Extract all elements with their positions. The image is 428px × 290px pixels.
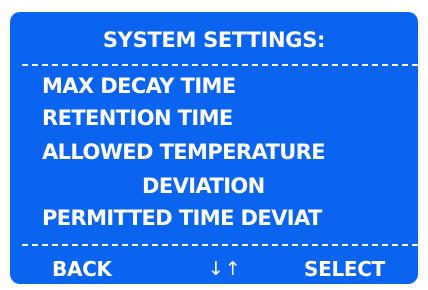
menu-item-label: PERMITTED TIME DEVIAT bbox=[42, 206, 322, 230]
back-softkey[interactable]: BACK bbox=[52, 258, 112, 280]
menu-item-retention-time[interactable]: RETENTION TIME bbox=[42, 106, 233, 130]
menu-item-allowed-temperature-deviation[interactable]: ALLOWED TEMPERATURE DEVIATION bbox=[42, 140, 326, 198]
select-softkey[interactable]: SELECT bbox=[304, 258, 385, 280]
menu-item-label: RETENTION TIME bbox=[42, 106, 233, 130]
menu-item-max-decay-time[interactable]: MAX DECAY TIME bbox=[42, 74, 236, 98]
screen-title: SYSTEM SETTINGS: bbox=[102, 28, 326, 52]
settings-screen: SYSTEM SETTINGS: MAX DECAY TIME RETENTIO… bbox=[10, 12, 418, 284]
menu-item-label-line1: ALLOWED TEMPERATURE bbox=[42, 140, 326, 164]
menu-item-label: MAX DECAY TIME bbox=[42, 74, 236, 98]
top-dashed-divider bbox=[22, 64, 418, 66]
menu-item-permitted-time-deviation[interactable]: PERMITTED TIME DEVIAT bbox=[42, 206, 322, 230]
scroll-arrows-icon: ↓↑ bbox=[208, 258, 242, 280]
bottom-dashed-divider bbox=[22, 244, 418, 246]
menu-item-label-line2: DEVIATION bbox=[142, 174, 265, 198]
